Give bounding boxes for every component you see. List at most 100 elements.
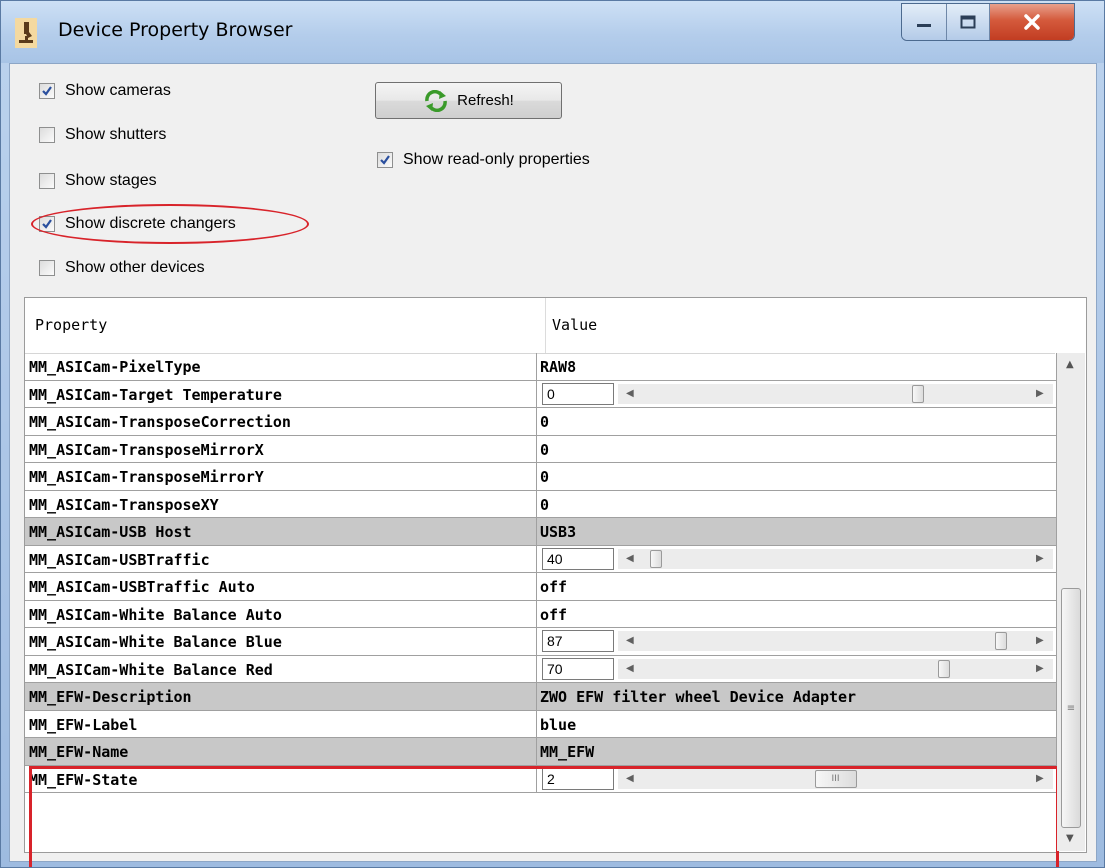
- table-row[interactable]: MM_ASICam-PixelType RAW8: [25, 353, 1058, 381]
- property-value-input[interactable]: 0: [542, 382, 614, 405]
- slider-thumb[interactable]: III: [814, 769, 857, 788]
- slider-thumb[interactable]: [994, 632, 1007, 650]
- slider-left-arrow-icon[interactable]: ◀: [626, 663, 634, 674]
- minimize-button[interactable]: [902, 4, 947, 40]
- column-header-value[interactable]: Value: [552, 316, 597, 334]
- value-slider[interactable]: ◀ ▶: [618, 548, 1053, 569]
- cell-divider: [536, 710, 537, 737]
- show-other-devices-checkbox[interactable]: Show other devices: [39, 259, 205, 277]
- table-row[interactable]: MM_EFW-Description ZWO EFW filter wheel D…: [25, 683, 1058, 711]
- microscope-icon: [15, 18, 37, 48]
- scroll-down-arrow-icon[interactable]: ▼: [1066, 833, 1074, 844]
- slider-left-arrow-icon[interactable]: ◀: [626, 773, 634, 784]
- property-table: Property Value MM_ASICam-PixelType RAW8 MM…: [24, 297, 1087, 867]
- property-value[interactable]: off: [540, 606, 567, 624]
- cell-divider: [536, 490, 537, 517]
- property-name: MM_EFW-Name: [29, 743, 129, 761]
- show-stages-checkbox[interactable]: Show stages: [39, 172, 157, 190]
- show-shutters-checkbox[interactable]: Show shutters: [39, 126, 166, 144]
- table-row[interactable]: MM_ASICam-USBTraffic 40 ◀ ▶: [25, 545, 1058, 573]
- title-bar[interactable]: Device Property Browser: [1, 1, 1104, 63]
- property-value[interactable]: off: [540, 578, 567, 596]
- property-name: MM_ASICam-TransposeXY: [29, 495, 219, 514]
- checkbox-box[interactable]: [377, 152, 393, 168]
- show-readonly-checkbox[interactable]: Show read-only properties: [377, 151, 590, 169]
- slider-right-arrow-icon[interactable]: ▶: [1036, 553, 1044, 564]
- scroll-thumb[interactable]: ≡: [1061, 588, 1081, 828]
- slider-left-arrow-icon[interactable]: ◀: [626, 635, 634, 646]
- close-button[interactable]: [990, 4, 1074, 40]
- checkbox-label: Show stages: [65, 172, 157, 189]
- property-value[interactable]: blue: [540, 716, 576, 734]
- annotation-ellipse: [31, 204, 309, 244]
- column-divider[interactable]: [545, 298, 546, 353]
- checkbox-box[interactable]: [39, 127, 55, 143]
- table-row[interactable]: MM_ASICam-Target Temperature 0 ◀ ▶: [25, 380, 1058, 408]
- cell-divider: [536, 738, 537, 765]
- table-row[interactable]: MM_ASICam-White Balance Auto off: [25, 600, 1058, 628]
- cell-divider: [536, 353, 537, 380]
- table-row[interactable]: MM_EFW-Label blue: [25, 710, 1058, 738]
- maximize-button[interactable]: [947, 4, 990, 40]
- slider-right-arrow-icon[interactable]: ▶: [1036, 663, 1044, 674]
- table-row[interactable]: MM_ASICam-USBTraffic Auto off: [25, 573, 1058, 601]
- cell-divider: [536, 765, 537, 792]
- property-value[interactable]: 0: [540, 413, 549, 431]
- value-slider[interactable]: ◀ ▶: [618, 631, 1053, 651]
- value-slider[interactable]: ◀ III ▶: [618, 768, 1053, 789]
- slider-right-arrow-icon[interactable]: ▶: [1036, 773, 1044, 784]
- table-row[interactable]: MM_ASICam-TransposeXY 0: [25, 490, 1058, 518]
- property-name: MM_ASICam-White Balance Auto: [29, 605, 282, 624]
- property-name: MM_ASICam-TransposeCorrection: [29, 413, 291, 431]
- checkbox-box[interactable]: [39, 173, 55, 189]
- cell-divider: [536, 518, 537, 545]
- close-icon: [1024, 14, 1040, 30]
- property-value[interactable]: 0: [540, 468, 549, 486]
- refresh-label: Refresh!: [457, 92, 514, 109]
- table-row[interactable]: MM_ASICam-TransposeMirrorY 0: [25, 463, 1058, 491]
- property-value-input[interactable]: 87: [542, 630, 614, 652]
- property-value-input[interactable]: 2: [542, 767, 614, 790]
- checkbox-box[interactable]: [39, 260, 55, 276]
- device-property-browser-window: Device Property Browser Show cameras Sho…: [0, 0, 1105, 868]
- property-name: MM_ASICam-TransposeMirrorY: [29, 468, 264, 486]
- table-row[interactable]: MM_ASICam-White Balance Red 70 ◀ ▶: [25, 655, 1058, 683]
- client-area: Show cameras Show shutters Show stages S…: [9, 63, 1097, 867]
- property-value-input[interactable]: 40: [542, 547, 614, 570]
- vertical-scrollbar[interactable]: ▲ ≡ ▼: [1057, 353, 1085, 851]
- property-name: MM_ASICam-Target Temperature: [29, 385, 282, 404]
- table-body: MM_ASICam-PixelType RAW8 MM_ASICam-Target …: [25, 353, 1058, 793]
- property-name: MM_ASICam-PixelType: [29, 358, 201, 376]
- cell-divider: [536, 545, 537, 572]
- checkbox-box[interactable]: [39, 83, 55, 99]
- property-value-input[interactable]: 70: [542, 657, 614, 680]
- table-row[interactable]: MM_EFW-Name MM_EFW: [25, 738, 1058, 766]
- table-row[interactable]: MM_ASICam-White Balance Blue 87 ◀ ▶: [25, 628, 1058, 656]
- property-value[interactable]: 0: [540, 441, 549, 459]
- slider-left-arrow-icon[interactable]: ◀: [626, 388, 634, 399]
- property-value[interactable]: 0: [540, 496, 549, 514]
- refresh-button[interactable]: Refresh!: [375, 82, 562, 119]
- table-row[interactable]: MM_ASICam-TransposeMirrorX 0: [25, 435, 1058, 463]
- property-value: USB3: [540, 523, 577, 541]
- table-row[interactable]: MM_ASICam-TransposeCorrection 0: [25, 408, 1058, 436]
- column-header-property[interactable]: Property: [35, 316, 107, 334]
- value-slider[interactable]: ◀ ▶: [618, 383, 1053, 404]
- value-slider[interactable]: ◀ ▶: [618, 658, 1053, 679]
- slider-thumb[interactable]: [938, 659, 951, 678]
- show-cameras-checkbox[interactable]: Show cameras: [39, 82, 171, 100]
- refresh-icon: [425, 89, 447, 112]
- scroll-up-arrow-icon[interactable]: ▲: [1066, 359, 1074, 370]
- cell-divider: [536, 435, 537, 462]
- checkmark-icon: [42, 86, 52, 96]
- property-name: MM_ASICam-USBTraffic: [29, 550, 210, 569]
- slider-thumb[interactable]: [912, 384, 924, 403]
- slider-thumb[interactable]: [649, 549, 662, 568]
- table-row[interactable]: MM_ASICam-USB Host USB3: [25, 518, 1058, 546]
- property-value: MM_EFW: [540, 743, 595, 761]
- property-value[interactable]: RAW8: [540, 358, 576, 376]
- slider-left-arrow-icon[interactable]: ◀: [626, 553, 634, 564]
- table-row[interactable]: MM_EFW-State 2 ◀ III ▶: [25, 765, 1058, 793]
- slider-right-arrow-icon[interactable]: ▶: [1036, 635, 1044, 646]
- slider-right-arrow-icon[interactable]: ▶: [1036, 388, 1044, 399]
